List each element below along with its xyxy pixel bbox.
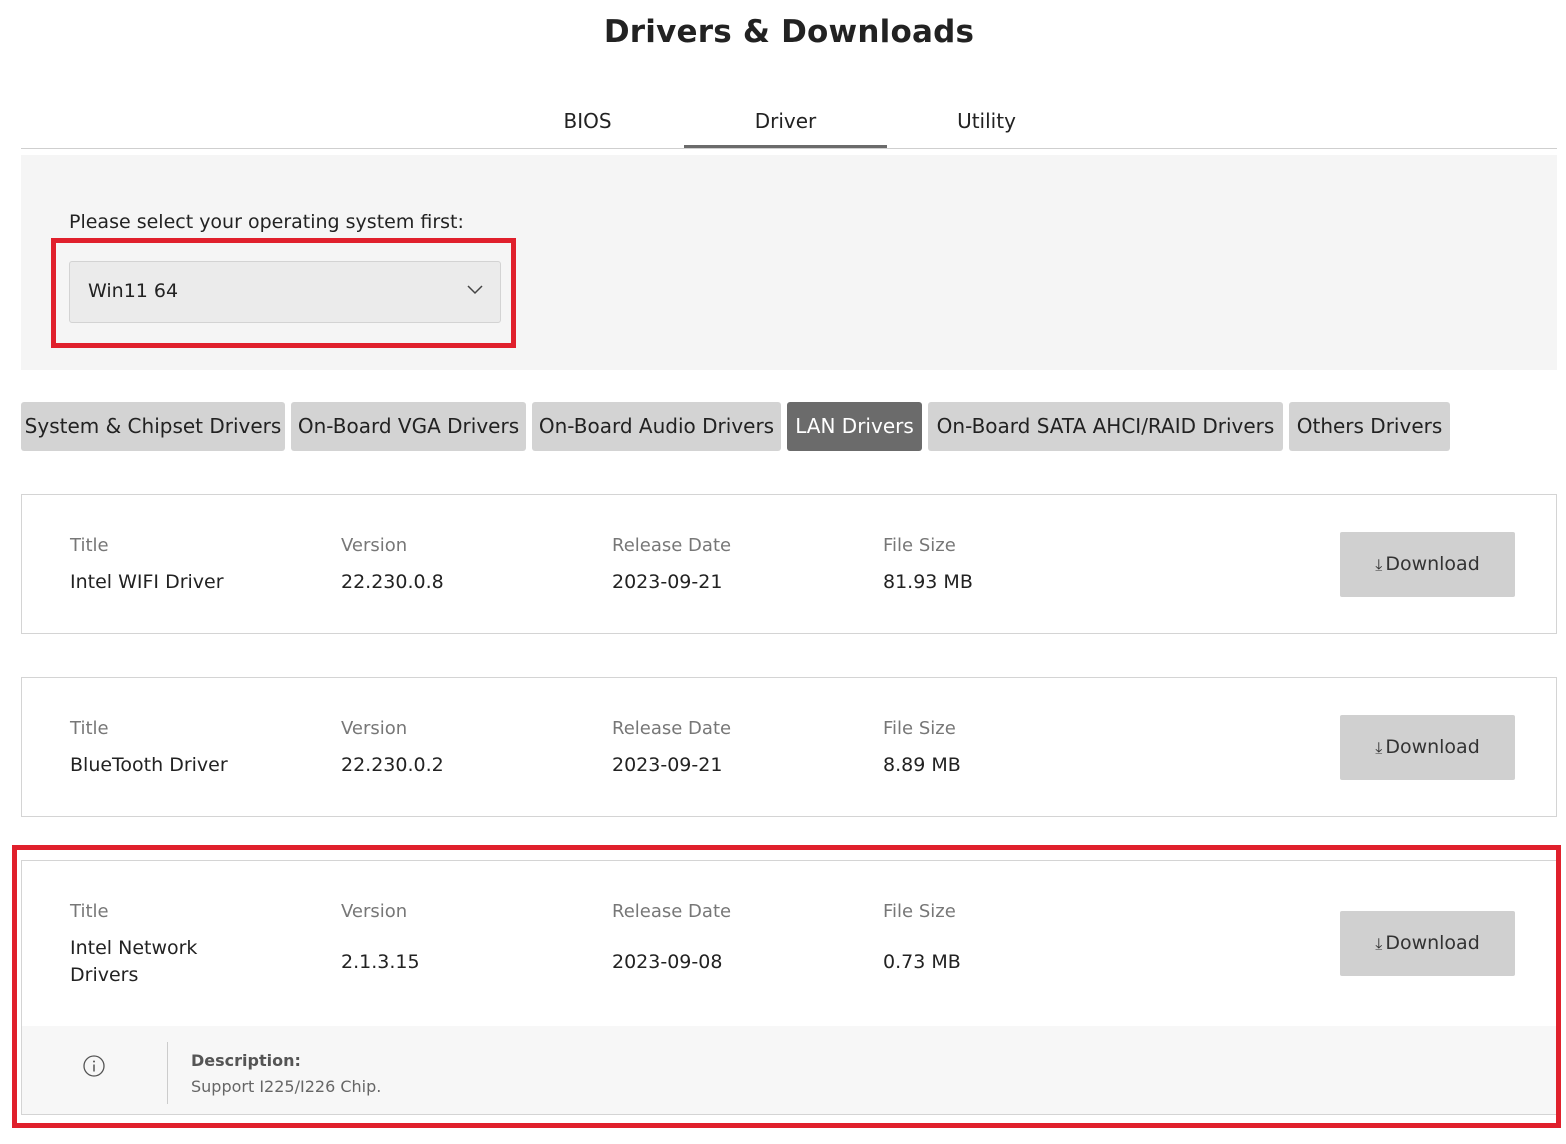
driver-card: Title Intel Network Drivers Version 2.1.… <box>21 860 1557 1115</box>
release-date-column: Release Date 2023-09-21 <box>612 718 731 779</box>
chevron-down-icon <box>467 285 483 295</box>
column-header: File Size <box>883 535 956 556</box>
download-button[interactable]: ⤓ Download <box>1340 532 1515 597</box>
release-date-column: Release Date 2023-09-08 <box>612 901 731 976</box>
column-header: Release Date <box>612 718 732 739</box>
column-header: Release Date <box>612 901 732 922</box>
tab-onboard-audio-drivers[interactable]: On-Board Audio Drivers <box>532 402 781 451</box>
column-header: File Size <box>883 718 956 739</box>
info-icon <box>83 1055 105 1077</box>
download-icon: ⤓ <box>1375 738 1383 757</box>
column-header: File Size <box>883 901 956 922</box>
main-tabs: BIOS Driver Utility <box>21 98 1557 149</box>
driver-card: Title BlueTooth Driver Version 22.230.0.… <box>21 677 1557 817</box>
driver-release-date: 2023-09-08 <box>612 951 723 973</box>
tab-onboard-sata-drivers[interactable]: On-Board SATA AHCI/RAID Drivers <box>928 402 1283 451</box>
driver-card: Title Intel WIFI Driver Version 22.230.0… <box>21 494 1557 634</box>
column-header: Version <box>341 535 408 556</box>
column-header: Title <box>70 535 109 556</box>
os-panel: Please select your operating system firs… <box>21 155 1557 370</box>
driver-title: Intel Network Drivers <box>70 937 198 986</box>
version-column: Version 22.230.0.8 <box>341 535 444 596</box>
os-select-label: Please select your operating system firs… <box>69 211 464 233</box>
download-icon: ⤓ <box>1375 555 1383 574</box>
driver-version: 2.1.3.15 <box>341 951 420 973</box>
column-header: Release Date <box>612 535 732 556</box>
column-header: Title <box>70 718 109 739</box>
title-column: Title BlueTooth Driver <box>70 718 228 779</box>
description-text: Support I225/I226 Chip. <box>191 1077 382 1096</box>
title-column: Title Intel WIFI Driver <box>70 535 224 596</box>
download-icon: ⤓ <box>1375 934 1383 953</box>
tab-system-chipset-drivers[interactable]: System & Chipset Drivers <box>21 402 285 451</box>
driver-title: Intel WIFI Driver <box>70 571 224 593</box>
column-header: Version <box>341 901 408 922</box>
download-button[interactable]: ⤓ Download <box>1340 715 1515 780</box>
description-label: Description: <box>191 1051 301 1070</box>
tab-others-drivers[interactable]: Others Drivers <box>1289 402 1450 451</box>
column-header: Version <box>341 718 408 739</box>
tab-lan-drivers[interactable]: LAN Drivers <box>787 402 922 451</box>
file-size-column: File Size 0.73 MB <box>883 901 961 976</box>
page-title: Drivers & Downloads <box>603 14 975 50</box>
download-label: Download <box>1385 553 1480 575</box>
driver-file-size: 0.73 MB <box>883 951 961 973</box>
tab-bios[interactable]: BIOS <box>486 98 689 148</box>
driver-release-date: 2023-09-21 <box>612 754 723 776</box>
file-size-column: File Size 8.89 MB <box>883 718 961 779</box>
download-label: Download <box>1385 932 1480 954</box>
description-divider <box>167 1042 168 1104</box>
driver-file-size: 81.93 MB <box>883 571 973 593</box>
download-button[interactable]: ⤓ Download <box>1340 911 1515 976</box>
driver-version: 22.230.0.8 <box>341 571 444 593</box>
version-column: Version 2.1.3.15 <box>341 901 420 976</box>
version-column: Version 22.230.0.2 <box>341 718 444 779</box>
os-select[interactable]: Win11 64 <box>69 261 501 323</box>
title-column: Title Intel Network Drivers <box>70 901 240 989</box>
tab-utility[interactable]: Utility <box>885 98 1088 148</box>
description-area: Description: Support I225/I226 Chip. <box>22 1026 1556 1114</box>
driver-release-date: 2023-09-21 <box>612 571 723 593</box>
download-label: Download <box>1385 736 1480 758</box>
release-date-column: Release Date 2023-09-21 <box>612 535 731 596</box>
tab-onboard-vga-drivers[interactable]: On-Board VGA Drivers <box>291 402 526 451</box>
os-select-value: Win11 64 <box>88 280 179 302</box>
column-header: Title <box>70 901 109 922</box>
driver-version: 22.230.0.2 <box>341 754 444 776</box>
driver-title: BlueTooth Driver <box>70 754 228 776</box>
file-size-column: File Size 81.93 MB <box>883 535 973 596</box>
driver-file-size: 8.89 MB <box>883 754 961 776</box>
tab-driver[interactable]: Driver <box>684 98 887 148</box>
